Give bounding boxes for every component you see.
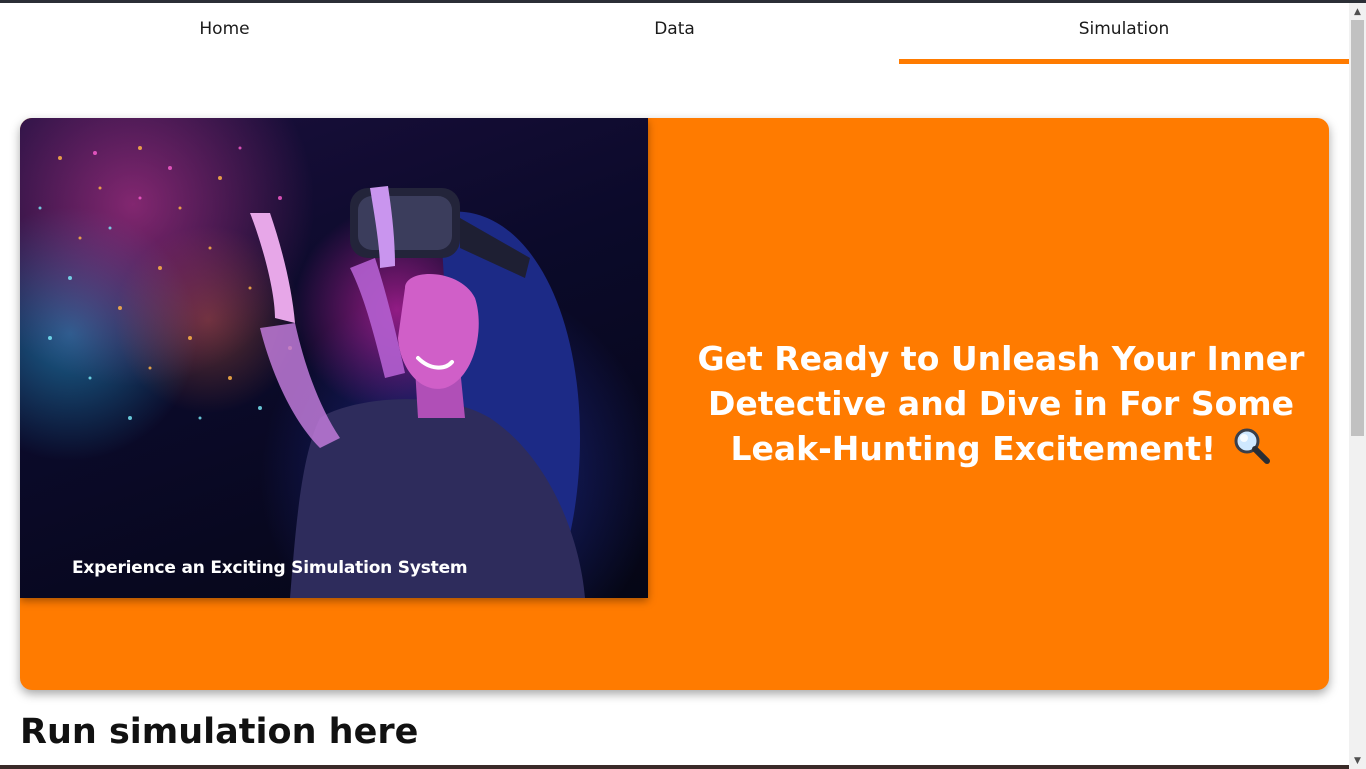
tab-simulation[interactable]: Simulation	[899, 3, 1349, 65]
tab-data[interactable]: Data	[450, 3, 899, 65]
scrollbar-thumb[interactable]	[1351, 20, 1364, 436]
magnifying-glass-icon	[1232, 426, 1272, 477]
hero-banner: Experience an Exciting Simulation System…	[20, 118, 1329, 690]
active-tab-indicator	[899, 59, 1349, 64]
next-content-strip	[0, 765, 1349, 769]
hero-image-caption: Experience an Exciting Simulation System	[72, 558, 468, 578]
vr-illustration	[38, 146, 585, 598]
vertical-scrollbar[interactable]: ▲ ▼	[1349, 3, 1366, 769]
top-navigation: Home Data Simulation	[0, 3, 1349, 65]
scroll-down-arrow-icon[interactable]: ▼	[1349, 752, 1366, 769]
tab-data-label: Data	[654, 19, 695, 39]
scroll-up-arrow-icon[interactable]: ▲	[1349, 3, 1366, 20]
tab-home[interactable]: Home	[0, 3, 449, 65]
hero-headline: Get Ready to Unleash Your Inner Detectiv…	[697, 339, 1305, 468]
tab-simulation-label: Simulation	[1078, 19, 1170, 39]
hero-vr-image: Experience an Exciting Simulation System	[20, 118, 648, 598]
section-title: Run simulation here	[20, 712, 419, 752]
tab-home-label: Home	[199, 19, 250, 39]
hero-headline-block: Get Ready to Unleash Your Inner Detectiv…	[680, 336, 1322, 477]
